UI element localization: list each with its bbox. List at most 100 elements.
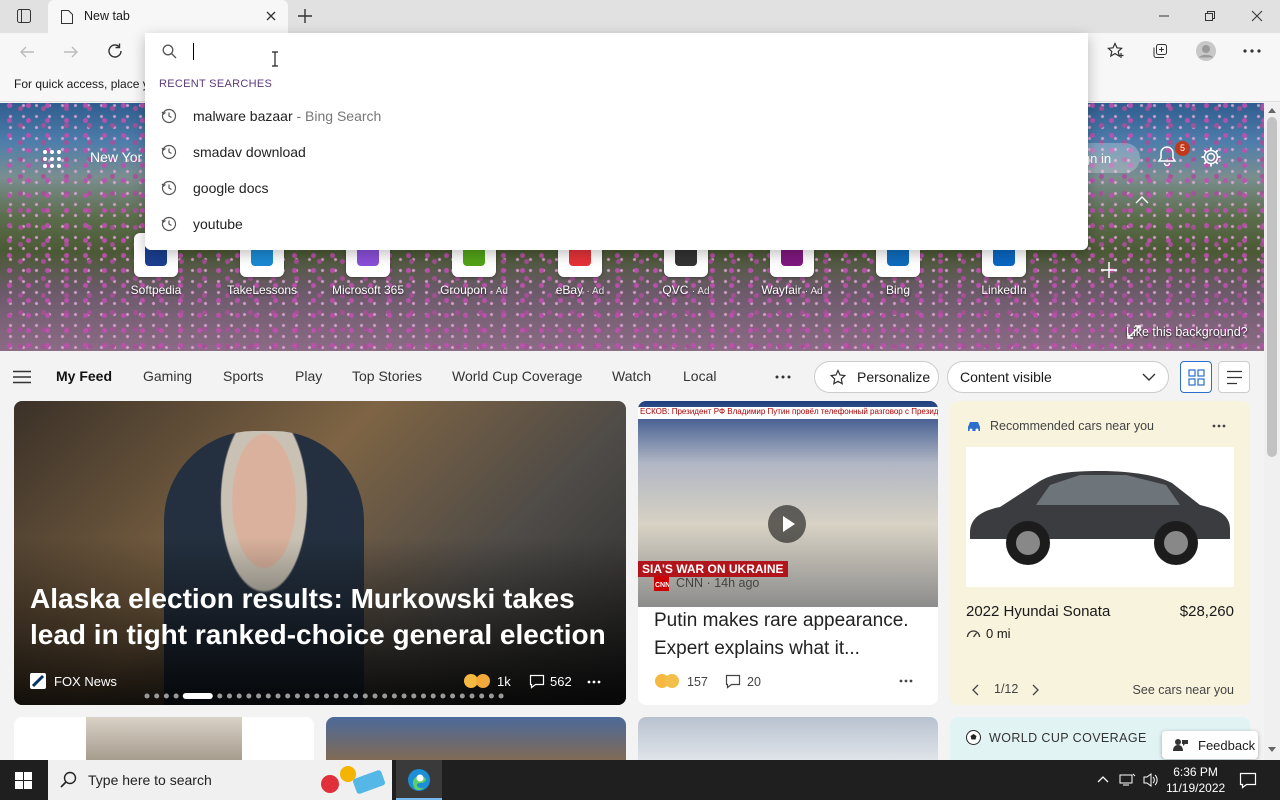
recent-search-item[interactable]: malware bazaar - Bing Search	[145, 98, 1088, 134]
feed-menu-icon[interactable]	[13, 370, 31, 384]
collapse-chevron-up-icon[interactable]	[1134, 195, 1150, 205]
car-price: $28,260	[1179, 603, 1234, 620]
page-settings-gear-icon[interactable]	[1200, 146, 1222, 168]
carousel-dot	[382, 693, 388, 699]
system-clock[interactable]: 6:36 PM 11/19/2022	[1166, 764, 1225, 796]
content-visibility-select[interactable]: Content visible	[947, 361, 1169, 393]
collections-icon[interactable]	[1151, 42, 1169, 60]
close-window-icon[interactable]	[1250, 9, 1264, 23]
clock-time: 6:36 PM	[1173, 765, 1218, 779]
address-bar-input[interactable]	[145, 33, 1088, 69]
search-highlight-icon	[316, 764, 390, 796]
next-chevron-icon[interactable]	[1031, 684, 1039, 696]
play-video-icon[interactable]	[768, 505, 806, 543]
car-image[interactable]	[966, 447, 1234, 587]
feedback-button[interactable]: Feedback	[1162, 731, 1258, 759]
list-layout-button[interactable]	[1218, 361, 1250, 393]
see-cars-link[interactable]: See cars near you	[1133, 683, 1234, 697]
carousel-dot	[411, 693, 417, 699]
forward-arrow-icon[interactable]	[62, 43, 80, 61]
content-visible-label: Content visible	[960, 369, 1052, 385]
carousel-dot	[246, 693, 252, 699]
carousel-dot	[372, 693, 378, 699]
tab-gaming[interactable]: Gaming	[143, 368, 192, 384]
tab-sports[interactable]: Sports	[223, 368, 263, 384]
carousel-dot	[163, 693, 169, 699]
app-launcher-icon[interactable]	[42, 149, 62, 169]
more-options-icon[interactable]	[899, 679, 913, 683]
video-banner: SIA'S WAR ON UKRAINE	[638, 561, 788, 577]
tab-play[interactable]: Play	[295, 368, 322, 384]
carousel-dot	[275, 693, 281, 699]
profile-avatar-icon[interactable]	[1195, 40, 1217, 62]
volume-icon[interactable]	[1142, 772, 1160, 788]
windows-start-icon[interactable]	[15, 772, 32, 789]
previous-chevron-icon[interactable]	[972, 684, 980, 696]
tab-local[interactable]: Local	[683, 368, 716, 384]
ad-marker: · Ad	[490, 286, 508, 297]
edge-taskbar-button[interactable]	[396, 760, 442, 800]
taskbar-search-box[interactable]: Type here to search	[48, 760, 392, 800]
top-story-card[interactable]: Alaska election results: Murkowski takes…	[14, 401, 626, 705]
tab-my-feed[interactable]: My Feed	[56, 368, 112, 384]
recent-search-text: youtube	[193, 216, 243, 232]
minimize-window-icon[interactable]	[1157, 9, 1171, 23]
tab-top-stories[interactable]: Top Stories	[352, 368, 422, 384]
scroll-up-arrow-icon[interactable]	[1268, 107, 1276, 113]
more-tabs-icon[interactable]	[775, 375, 791, 379]
svg-text:CNN: CNN	[655, 582, 669, 589]
new-tab-plus-icon[interactable]	[296, 7, 314, 25]
grid-layout-button[interactable]	[1180, 361, 1212, 393]
carousel-dot	[265, 693, 271, 699]
world-cup-header: WORLD CUP COVERAGE	[989, 731, 1147, 745]
video-comment-count: 20	[747, 675, 761, 689]
carousel-dot	[353, 693, 359, 699]
ad-marker: · Ad	[691, 286, 710, 297]
comment-icon[interactable]	[529, 673, 545, 689]
show-hidden-icons-chevron-icon[interactable]	[1097, 775, 1109, 783]
car-distance: 0 mi	[986, 626, 1011, 641]
search-icon	[60, 771, 78, 789]
recent-search-item[interactable]: smadav download	[145, 134, 1088, 170]
comment-icon[interactable]	[725, 673, 741, 689]
scroll-down-arrow-icon[interactable]	[1268, 747, 1276, 753]
recent-search-item[interactable]: google docs	[145, 170, 1088, 206]
car-model[interactable]: 2022 Hyundai Sonata	[966, 603, 1110, 620]
car-page-indicator: 1/12	[994, 682, 1019, 696]
weather-location[interactable]: New Yor	[90, 149, 142, 165]
add-quick-link-icon[interactable]	[1100, 261, 1118, 279]
scrollbar-thumb[interactable]	[1267, 117, 1277, 457]
feed-navigation: My Feed Gaming Sports Play Top Stories W…	[0, 351, 1264, 401]
more-options-icon[interactable]	[1212, 424, 1226, 428]
carousel-dots[interactable]	[144, 693, 504, 699]
car-icon	[966, 419, 982, 433]
carousel-dot	[469, 693, 475, 699]
history-clock-icon	[161, 216, 177, 232]
video-title[interactable]: Putin makes rare appearance. Expert expl…	[654, 607, 928, 663]
personalize-button[interactable]: Personalize	[814, 361, 939, 393]
recommended-cars-card[interactable]: Recommended cars near you 2022 Hyundai S…	[950, 401, 1250, 705]
close-tab-icon[interactable]	[264, 9, 278, 23]
odometer-icon	[966, 627, 981, 639]
back-arrow-icon[interactable]	[18, 43, 36, 61]
recent-search-item[interactable]: youtube	[145, 206, 1088, 242]
tab-new-tab[interactable]: New tab	[48, 0, 288, 33]
video-source: CNN · 14h ago	[676, 576, 760, 590]
network-icon[interactable]	[1118, 772, 1136, 788]
tab-actions-icon[interactable]	[16, 8, 32, 24]
taskbar-search-placeholder: Type here to search	[88, 772, 212, 788]
carousel-dot	[304, 693, 310, 699]
notification-center-icon[interactable]	[1239, 771, 1257, 789]
tab-watch[interactable]: Watch	[612, 368, 651, 384]
video-story-card[interactable]: ЕСКОВ: Президент РФ Владимир Путин провё…	[638, 401, 938, 705]
tab-world-cup-coverage[interactable]: World Cup Coverage	[452, 368, 582, 384]
page-scrollbar[interactable]	[1264, 103, 1280, 760]
more-options-icon[interactable]	[587, 680, 601, 684]
refresh-icon[interactable]	[106, 42, 124, 60]
like-background-link[interactable]: Like this background?	[1100, 325, 1248, 339]
favorites-star-icon[interactable]	[1107, 42, 1125, 60]
carousel-dot	[256, 693, 262, 699]
story-headline[interactable]: Alaska election results: Murkowski takes…	[30, 581, 620, 653]
restore-window-icon[interactable]	[1203, 9, 1217, 23]
settings-more-icon[interactable]	[1243, 49, 1261, 53]
